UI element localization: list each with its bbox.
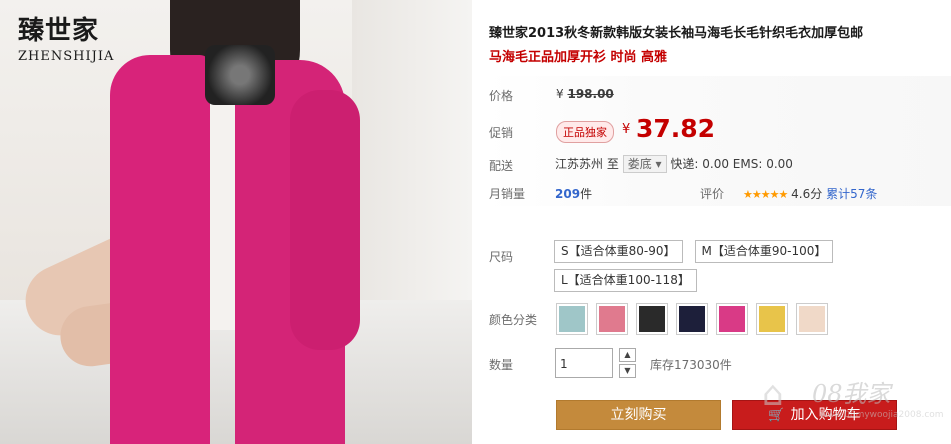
sales-label: 月销量 — [489, 187, 526, 201]
color-swatch[interactable] — [636, 303, 668, 335]
brand-logo: 臻世家 ZHENSHIJIA — [18, 10, 114, 64]
reviews-link[interactable]: 累计57条 — [826, 187, 877, 201]
brand-name-en: ZHENSHIJIA — [18, 49, 115, 64]
chevron-up-icon: ▲ — [624, 350, 631, 359]
size-label: 尺码 — [489, 250, 514, 264]
currency-symbol: ¥ — [556, 87, 564, 101]
original-price: ¥ 198.00 — [556, 87, 614, 101]
photo-collar — [205, 45, 275, 105]
house-icon: ⌂ — [762, 374, 784, 414]
watermark-url: www.08mywoojia2008.com — [820, 410, 944, 420]
photo-sweater — [110, 55, 210, 444]
size-option-l[interactable]: L【适合体重100-118】 — [554, 269, 697, 292]
shipping-fees: 快递: 0.00 EMS: 0.00 — [670, 157, 793, 171]
chevron-down-icon: ▾ — [655, 157, 662, 171]
color-swatches — [556, 303, 828, 335]
color-label: 颜色分类 — [489, 313, 538, 327]
sales-unit: 件 — [580, 187, 593, 201]
size-options-row2: L【适合体重100-118】 — [554, 269, 697, 292]
promo-label: 促销 — [489, 126, 514, 140]
watermark-text: 08我家 — [812, 380, 891, 408]
price-section: 价格 ¥ 198.00 促销 正品独家 ¥ 37.82 配送 江苏苏州 至 娄底… — [486, 76, 951, 206]
product-title: 臻世家2013秋冬新款韩版女装长袖马海毛长毛针织毛衣加厚包邮 — [489, 26, 864, 41]
brand-name-cn: 臻世家 — [18, 16, 100, 46]
color-swatch[interactable] — [756, 303, 788, 335]
color-swatch[interactable] — [796, 303, 828, 335]
original-price-value: 198.00 — [567, 87, 614, 101]
size-option-s[interactable]: S【适合体重80-90】 — [554, 240, 683, 263]
promo-currency: ¥ — [622, 122, 631, 137]
monthly-sales: 209件 — [555, 185, 592, 202]
color-swatch[interactable] — [556, 303, 588, 335]
shipping-label: 配送 — [489, 159, 514, 173]
rating-label: 评价 — [700, 187, 725, 201]
photo-arm — [290, 90, 360, 350]
shipping-from: 江苏苏州 — [555, 157, 604, 171]
shipping-to-word: 至 — [606, 157, 619, 171]
chevron-down-icon: ▼ — [624, 366, 631, 375]
destination-select[interactable]: 娄底 ▾ — [622, 155, 667, 173]
promo-price: 37.82 — [636, 114, 716, 143]
sales-count: 209 — [555, 187, 581, 201]
watermark: ⌂ 08我家 www.08mywoojia2008.com — [762, 360, 944, 440]
product-photo: 臻世家 ZHENSHIJIA — [0, 0, 472, 444]
quantity-input[interactable]: 1 — [555, 348, 613, 378]
size-options: S【适合体重80-90】 M【适合体重90-100】 — [554, 240, 834, 263]
rating-stars-icon: ★★★★★ — [743, 188, 788, 201]
rating-score: 4.6分 — [791, 187, 823, 201]
size-option-m[interactable]: M【适合体重90-100】 — [694, 240, 834, 263]
stock-count: 库存173030件 — [650, 358, 732, 372]
rating-info: ★★★★★ 4.6分 累计57条 — [743, 185, 877, 202]
product-subtitle: 马海毛正品加厚开衫 时尚 高雅 — [489, 50, 668, 65]
quantity-increase-button[interactable]: ▲ — [619, 348, 636, 362]
buy-now-button[interactable]: 立刻购买 — [556, 400, 721, 430]
color-swatch[interactable] — [716, 303, 748, 335]
quantity-label: 数量 — [489, 358, 514, 372]
destination-value: 娄底 — [627, 157, 652, 171]
color-swatch[interactable] — [676, 303, 708, 335]
shipping-info: 江苏苏州 至 娄底 ▾ 快递: 0.00 EMS: 0.00 — [555, 155, 793, 173]
promo-badge: 正品独家 — [556, 121, 614, 143]
price-label: 价格 — [489, 89, 514, 103]
quantity-decrease-button[interactable]: ▼ — [619, 364, 636, 378]
color-swatch[interactable] — [596, 303, 628, 335]
